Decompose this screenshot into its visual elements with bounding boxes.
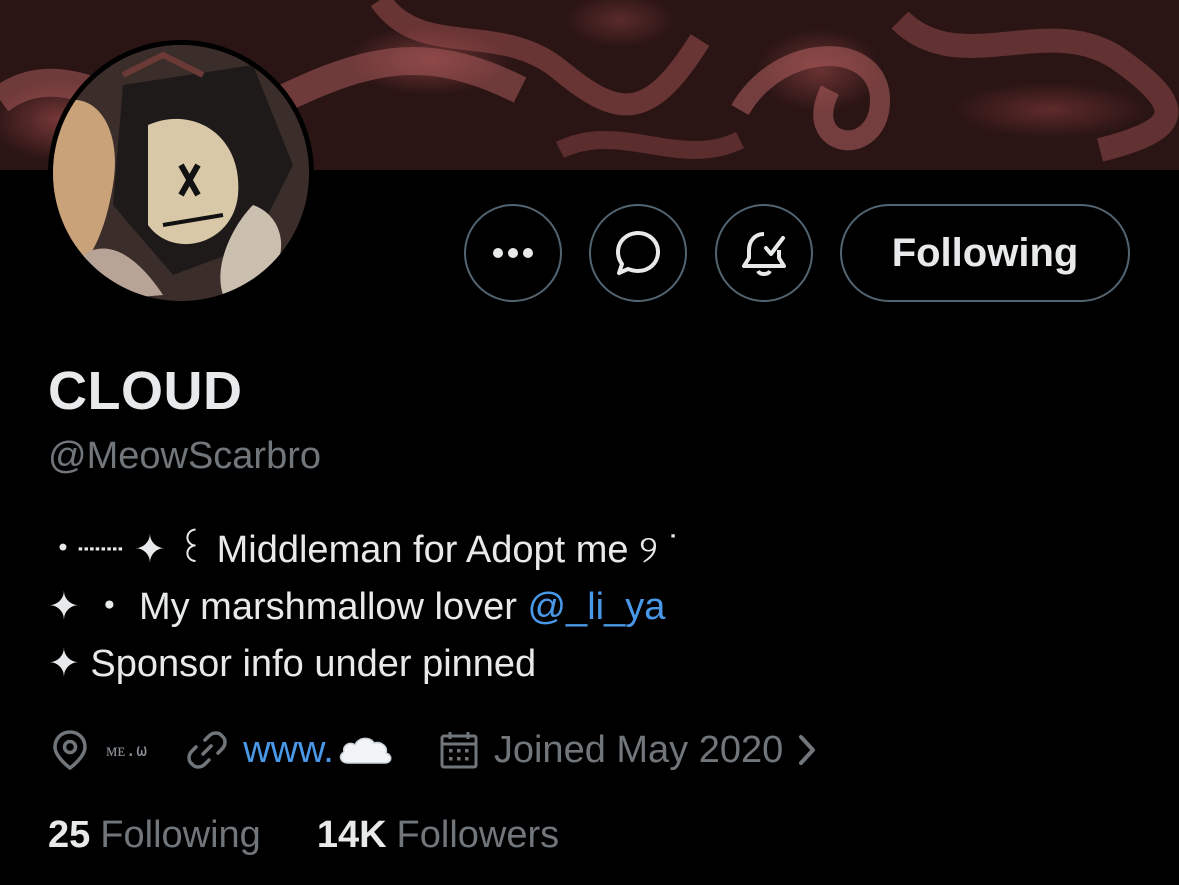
follow-stats: 25 Following 14K Followers — [48, 814, 559, 857]
following-label: Following — [100, 814, 261, 856]
website-link[interactable]: www. — [243, 729, 334, 772]
more-icon — [493, 248, 533, 258]
bio-mention-link[interactable]: @_li_ya — [527, 586, 665, 628]
more-button[interactable] — [464, 204, 562, 302]
following-count: 25 — [48, 814, 91, 856]
bio-line-2-text: ✦ ・ My marshmallow lover — [48, 586, 528, 628]
notification-button[interactable] — [715, 204, 813, 302]
chevron-right-icon[interactable] — [793, 731, 821, 769]
website-text[interactable]: www. — [243, 729, 334, 771]
followers-label: Followers — [396, 814, 560, 856]
avatar[interactable] — [48, 40, 314, 306]
location-icon — [53, 730, 87, 771]
bio: ・┈┈ ✦ ꒰ Middleman for Adopt me ୨ ˙ ✦ ・ M… — [48, 522, 681, 693]
link-icon — [187, 731, 227, 769]
location-text: ᴍᴇ.ω — [106, 739, 148, 761]
followers-stat[interactable]: 14K Followers — [317, 814, 559, 857]
joined-date: Joined May 2020 — [438, 729, 821, 772]
location: ᴍᴇ.ω — [48, 728, 147, 772]
calendar-icon — [440, 732, 478, 769]
joined-text: Joined May 2020 — [493, 728, 784, 771]
display-name: CLOUD — [48, 361, 243, 421]
bio-line-1: ・┈┈ ✦ ꒰ Middleman for Adopt me ୨ ˙ — [48, 529, 682, 571]
website[interactable]: www. — [185, 728, 394, 772]
bio-line-3: ✦ Sponsor info under pinned — [48, 643, 537, 685]
message-icon — [616, 231, 660, 275]
following-button[interactable]: Following — [840, 204, 1130, 302]
following-stat[interactable]: 25 Following — [48, 814, 261, 857]
bio-line-2: ✦ ・ My marshmallow lover @_li_ya — [48, 579, 681, 636]
followers-count: 14K — [316, 814, 387, 856]
username: @MeowScarbro — [48, 435, 321, 477]
notification-bell-icon — [742, 232, 786, 276]
message-button[interactable] — [589, 204, 687, 302]
avatar-image — [53, 45, 309, 301]
profile-meta: ᴍᴇ.ω www. Joined May 2020 — [48, 722, 821, 778]
cloud-icon — [339, 737, 392, 764]
